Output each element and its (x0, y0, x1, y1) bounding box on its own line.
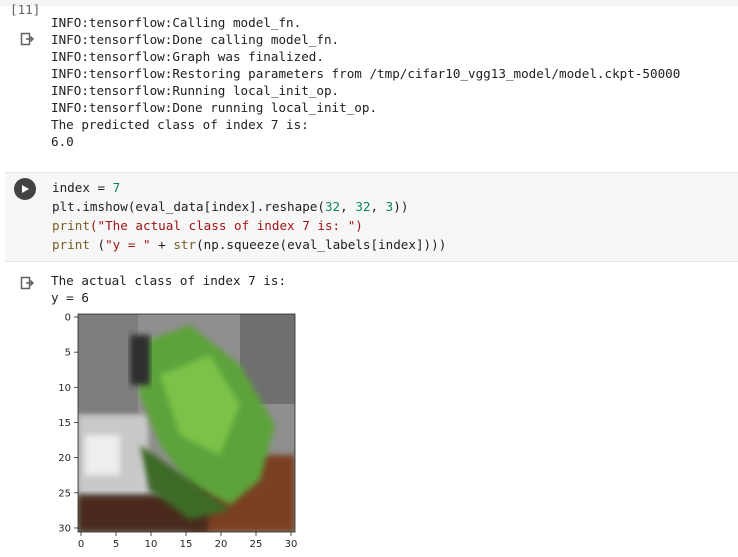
output-line: The actual class of index 7 is: (51, 273, 287, 288)
x-tick-label: 0 (78, 539, 84, 550)
y-tick-label: 25 (58, 488, 71, 499)
y-tick-label: 0 (65, 313, 71, 324)
code-token: , (340, 199, 356, 214)
y-axis: 0 5 10 15 20 25 30 (58, 313, 78, 534)
output-line: INFO:tensorflow:Done calling model_fn. (51, 32, 340, 47)
output-line: 6.0 (51, 134, 74, 149)
frog-image (78, 314, 295, 532)
code-token: index = (52, 180, 113, 195)
output-line: INFO:tensorflow:Restoring parameters fro… (51, 66, 681, 81)
y-tick-label: 20 (58, 453, 71, 464)
output-line: INFO:tensorflow:Done running local_init_… (51, 100, 378, 115)
x-tick-label: 25 (250, 539, 263, 550)
image-plot: 0 5 10 15 20 25 30 0 5 10 15 20 25 30 (58, 313, 298, 551)
y-tick-label: 10 (58, 383, 71, 394)
code-line-4[interactable]: print ("y = " + str(np.squeeze(eval_labe… (52, 237, 446, 252)
output-icon[interactable] (20, 32, 34, 46)
output-line: INFO:tensorflow:Graph was finalized. (51, 49, 324, 64)
output-line: The predicted class of index 7 is: (51, 117, 309, 132)
code-string: "y = " (105, 237, 151, 252)
output-icon[interactable] (20, 276, 34, 290)
x-tick-label: 15 (180, 539, 193, 550)
code-token: plt.imshow(eval_data[index].reshape( (52, 199, 325, 214)
x-tick-label: 30 (285, 539, 298, 550)
code-builtin: print (52, 237, 90, 252)
code-number: 7 (112, 180, 121, 195)
y-tick-label: 5 (65, 348, 71, 359)
execution-count: [11] (10, 2, 41, 17)
code-line-1[interactable]: index = 7 (52, 180, 120, 195)
code-token: ( (89, 237, 106, 252)
code-token: + (150, 237, 174, 252)
code-line-3[interactable]: print("The actual class of index 7 is: "… (52, 218, 363, 233)
x-tick-label: 10 (145, 539, 158, 550)
code-builtin: print (52, 218, 90, 233)
play-icon (22, 185, 29, 193)
code-number: 32 (324, 199, 341, 214)
x-tick-label: 5 (113, 539, 119, 550)
y-tick-label: 30 (58, 523, 71, 534)
output-line: y = 6 (51, 290, 89, 305)
top-cell-strip (0, 0, 738, 6)
x-axis: 0 5 10 15 20 25 30 (78, 532, 298, 550)
code-number: 32 (355, 199, 371, 214)
code-builtin: str (173, 237, 197, 252)
code-token: (np.squeeze(eval_labels[index]))) (196, 237, 447, 252)
code-token: , (370, 199, 386, 214)
output-line: INFO:tensorflow:Calling model_fn. (51, 15, 302, 30)
code-line-2[interactable]: plt.imshow(eval_data[index].reshape(32, … (52, 199, 408, 214)
run-cell-button[interactable] (14, 178, 36, 200)
x-tick-label: 20 (215, 539, 228, 550)
y-tick-label: 15 (58, 418, 71, 429)
code-token: )) (393, 199, 409, 214)
output-line: INFO:tensorflow:Running local_init_op. (51, 83, 340, 98)
code-string: ("The actual class of index 7 is: ") (89, 218, 363, 233)
